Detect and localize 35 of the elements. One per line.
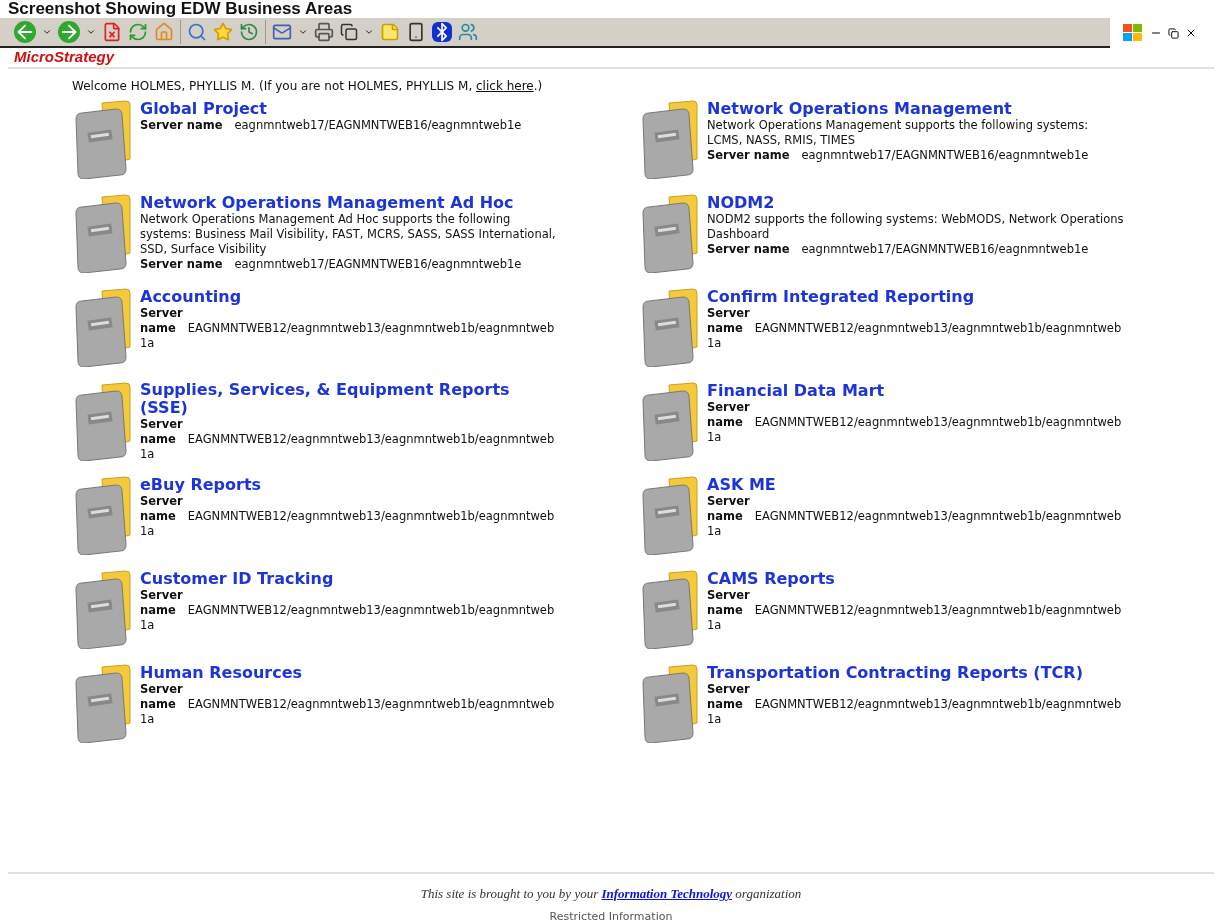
area-title-link[interactable]: Network Operations Management Ad Hoc bbox=[140, 194, 514, 212]
area-title-link[interactable]: CAMS Reports bbox=[707, 570, 835, 588]
welcome-text: Welcome HOLMES, PHYLLIS M. (If you are not HOLMES, PHYLLIS M, click here.) bbox=[71, 78, 544, 95]
area-title-link[interactable]: eBuy Reports bbox=[140, 476, 262, 494]
server-name-text: Server name EAGNMNTWEB12/eagnmntweb13/eagnmntweb1b/eagnmntweb1a bbox=[707, 588, 1123, 633]
area-title-link[interactable]: Supplies, Services, & Equipment Reports (SSE) bbox=[140, 381, 560, 417]
server-name-text: Server name EAGNMNTWEB12/eagnmntweb13/eagnmntweb1b/eagnmntweb1a bbox=[707, 400, 1123, 445]
area-title-link[interactable]: Global Project bbox=[140, 100, 267, 118]
server-name-text: Server name eagnmntweb17/EAGNMNTWEB16/eagnmntweb1e bbox=[707, 148, 1090, 163]
area-title-link[interactable]: Financial Data Mart bbox=[707, 382, 885, 400]
server-name-text: Server name eagnmntweb17/EAGNMNTWEB16/eagnmntweb1e bbox=[140, 118, 523, 133]
logo-text: MicroStrategy bbox=[13, 48, 116, 65]
server-name-text: Server name eagnmntweb17/EAGNMNTWEB16/eagnmntweb1e bbox=[140, 257, 523, 272]
server-name-text: Server name EAGNMNTWEB12/eagnmntweb13/eagnmntweb1b/eagnmntweb1a bbox=[707, 306, 1123, 351]
server-name-text: Server name EAGNMNTWEB12/eagnmntweb13/eagnmntweb1b/eagnmntweb1a bbox=[140, 417, 556, 462]
footer-text: This site is brought to you by your Information Technology organization bbox=[420, 886, 802, 902]
area-title-link[interactable]: Customer ID Tracking bbox=[140, 570, 334, 588]
it-link[interactable]: Information Technology bbox=[601, 886, 733, 901]
server-name-text: Server name EAGNMNTWEB12/eagnmntweb13/eagnmntweb1b/eagnmntweb1a bbox=[707, 494, 1123, 539]
server-name-text: Server name EAGNMNTWEB12/eagnmntweb13/eagnmntweb1b/eagnmntweb1a bbox=[140, 588, 556, 633]
area-title-link[interactable]: Network Operations Management bbox=[707, 100, 1012, 118]
click-here-link[interactable]: click here bbox=[476, 79, 534, 93]
area-title-link[interactable]: NODM2 bbox=[707, 194, 775, 212]
server-name-text: Server name eagnmntweb17/EAGNMNTWEB16/eagnmntweb1e bbox=[707, 242, 1090, 257]
server-name-text: Server name EAGNMNTWEB12/eagnmntweb13/eagnmntweb1b/eagnmntweb1a bbox=[707, 682, 1123, 727]
restricted-text: Restricted Information bbox=[549, 910, 673, 923]
area-title-link[interactable]: Transportation Contracting Reports (TCR) bbox=[707, 664, 1083, 682]
server-name-text: Server name EAGNMNTWEB12/eagnmntweb13/eagnmntweb1b/eagnmntweb1a bbox=[140, 682, 556, 727]
server-name-text: Server name EAGNMNTWEB12/eagnmntweb13/eagnmntweb1b/eagnmntweb1a bbox=[140, 306, 556, 351]
server-name-text: Server name EAGNMNTWEB12/eagnmntweb13/eagnmntweb1b/eagnmntweb1a bbox=[140, 494, 556, 539]
area-title-link[interactable]: Human Resources bbox=[140, 664, 303, 682]
area-title-link[interactable]: Accounting bbox=[140, 288, 242, 306]
area-title-link[interactable]: Confirm Integrated Reporting bbox=[707, 288, 975, 306]
screenshot-caption: Screenshot Showing EDW Business Areas bbox=[7, 0, 354, 18]
area-title-link[interactable]: ASK ME bbox=[707, 476, 776, 494]
